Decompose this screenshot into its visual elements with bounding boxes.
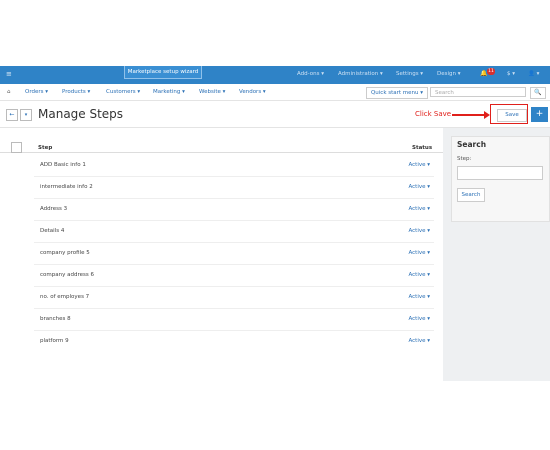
step-name[interactable]: company address 6: [40, 272, 94, 278]
notification-badge: 11: [487, 68, 495, 75]
menu-icon[interactable]: ≡: [6, 70, 12, 78]
status-dropdown[interactable]: Active ▾: [408, 272, 430, 278]
search-icon[interactable]: 🔍: [530, 87, 546, 99]
nav-website[interactable]: Website ▾: [199, 89, 225, 95]
sidebar: Search Step: Search: [443, 128, 550, 381]
table-row: company address 6 Active ▾: [34, 264, 434, 287]
table-row: intermediate info 2 Active ▾: [34, 176, 434, 199]
status-dropdown[interactable]: Active ▾: [408, 228, 430, 234]
save-button[interactable]: Save: [497, 109, 527, 122]
quick-start-menu[interactable]: Quick start menu ▾: [366, 87, 428, 99]
status-dropdown[interactable]: Active ▾: [408, 338, 430, 344]
table-row: branches 8 Active ▾: [34, 308, 434, 331]
marketplace-wizard-button[interactable]: Marketplace setup wizard: [124, 66, 202, 79]
table-row: Address 3 Active ▾: [34, 198, 434, 221]
table-row: no. of employes 7 Active ▾: [34, 286, 434, 309]
annotation-arrow: [452, 114, 486, 116]
step-name[interactable]: no. of employes 7: [40, 294, 89, 300]
step-search-input[interactable]: [457, 166, 543, 180]
click-save-annotation: Click Save: [415, 110, 452, 118]
currency-menu[interactable]: $ ▾: [507, 71, 515, 77]
nav-marketing[interactable]: Marketing ▾: [153, 89, 185, 95]
status-dropdown[interactable]: Active ▾: [408, 206, 430, 212]
back-button[interactable]: ←: [6, 109, 18, 121]
step-name[interactable]: Address 3: [40, 206, 67, 212]
user-menu-icon[interactable]: 👤 ▾: [528, 71, 539, 77]
step-label: Step:: [457, 156, 472, 162]
step-name[interactable]: company profile 5: [40, 250, 90, 256]
top-search-input[interactable]: Search: [430, 87, 526, 97]
home-icon[interactable]: ⌂: [7, 89, 11, 95]
search-panel: Search Step: Search: [451, 136, 550, 222]
table-row: company profile 5 Active ▾: [34, 242, 434, 265]
administration-menu[interactable]: Administration ▾: [338, 71, 383, 77]
title-bar: ← ▾ Manage Steps Click Save Save +: [0, 101, 550, 128]
settings-menu[interactable]: Settings ▾: [396, 71, 423, 77]
table-header: [0, 138, 443, 153]
select-all-checkbox[interactable]: [11, 142, 22, 153]
step-name[interactable]: Details 4: [40, 228, 64, 234]
status-dropdown[interactable]: Active ▾: [408, 184, 430, 190]
table-row: platform 9 Active ▾: [34, 330, 434, 352]
status-dropdown[interactable]: Active ▾: [408, 162, 430, 168]
search-button[interactable]: Search: [457, 188, 485, 202]
step-name[interactable]: ADD Basic info 1: [40, 162, 86, 168]
app-window: ≡ Marketplace setup wizard Add-ons ▾ Adm…: [0, 66, 550, 381]
step-name[interactable]: intermediate info 2: [40, 184, 93, 190]
steps-table: Step Status ADD Basic info 1 Active ▾ in…: [0, 128, 443, 381]
design-menu[interactable]: Design ▾: [437, 71, 461, 77]
nav-products[interactable]: Products ▾: [62, 89, 90, 95]
nav-customers[interactable]: Customers ▾: [106, 89, 140, 95]
add-step-button[interactable]: +: [531, 107, 548, 122]
step-name[interactable]: platform 9: [40, 338, 69, 344]
nav-vendors[interactable]: Vendors ▾: [239, 89, 266, 95]
nav-orders[interactable]: Orders ▾: [25, 89, 48, 95]
column-status: Status: [412, 145, 433, 151]
column-step: Step: [38, 145, 53, 151]
status-dropdown[interactable]: Active ▾: [408, 294, 430, 300]
top-bar: ≡ Marketplace setup wizard Add-ons ▾ Adm…: [0, 66, 550, 84]
search-panel-title: Search: [457, 140, 487, 149]
status-dropdown[interactable]: Active ▾: [408, 316, 430, 322]
table-row: ADD Basic info 1 Active ▾: [34, 154, 434, 177]
chevron-down-icon[interactable]: ▾: [20, 109, 32, 121]
main-nav: ⌂ Orders ▾ Products ▾ Customers ▾ Market…: [0, 84, 550, 101]
step-name[interactable]: branches 8: [40, 316, 71, 322]
table-row: Details 4 Active ▾: [34, 220, 434, 243]
status-dropdown[interactable]: Active ▾: [408, 250, 430, 256]
addons-menu[interactable]: Add-ons ▾: [297, 71, 324, 77]
page-title: Manage Steps: [38, 107, 124, 121]
